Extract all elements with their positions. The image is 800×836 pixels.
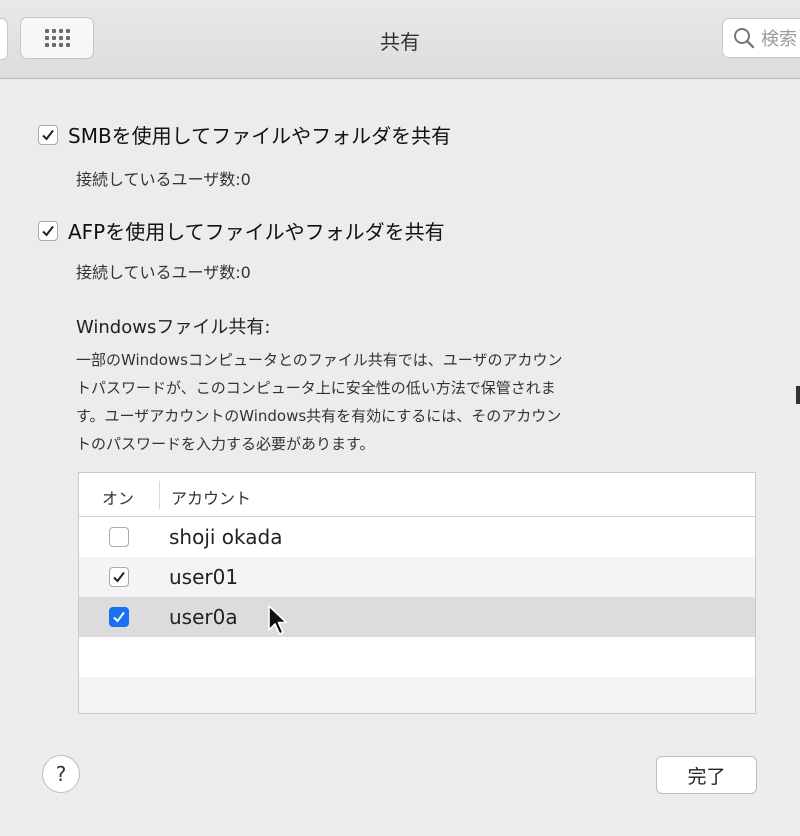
- description-line: 一部のWindowsコンピュータとのファイル共有では、ユーザのアカウン: [76, 351, 563, 369]
- column-header-on[interactable]: オン: [102, 485, 134, 509]
- back-button[interactable]: [0, 18, 8, 60]
- window-edge-mark: [796, 386, 800, 404]
- account-enable-checkbox[interactable]: [109, 607, 129, 627]
- mouse-cursor-icon: [268, 605, 288, 635]
- checkmark-icon: [113, 571, 125, 583]
- checkmark-icon: [42, 129, 54, 141]
- smb-sharing-row[interactable]: SMBを使用してファイルやフォルダを共有: [38, 120, 451, 149]
- column-header-account[interactable]: アカウント: [171, 485, 251, 509]
- done-button[interactable]: 完了: [656, 756, 757, 794]
- smb-checkbox[interactable]: [38, 124, 58, 145]
- table-row[interactable]: shoji okada: [79, 517, 755, 557]
- table-row-empty: [79, 637, 755, 677]
- description-line: トパスワードが、このコンピュータ上に安全性の低い方法で保管されま: [76, 379, 556, 397]
- account-name: user0a: [169, 605, 238, 629]
- afp-sharing-row[interactable]: AFPを使用してファイルやフォルダを共有: [38, 216, 445, 245]
- table-row-empty: [79, 677, 755, 713]
- account-name: shoji okada: [169, 525, 283, 549]
- description-line: す。ユーザアカウントのWindows共有を有効にするには、そのアカウン: [76, 407, 562, 425]
- smb-connected-users: 接続しているユーザ数:0: [76, 170, 251, 189]
- account-enable-checkbox[interactable]: [109, 527, 129, 547]
- accounts-table: オン アカウント shoji okada user01 user0a: [78, 472, 756, 714]
- account-name: user01: [169, 565, 239, 589]
- window-title: 共有: [380, 30, 420, 54]
- windows-sharing-title: Windowsファイル共有:: [76, 317, 271, 338]
- search-field[interactable]: 検索: [722, 18, 800, 58]
- smb-label: SMBを使用してファイルやフォルダを共有: [68, 124, 452, 148]
- grid-icon: [44, 29, 70, 47]
- toolbar: 共有 検索: [0, 0, 800, 79]
- help-button[interactable]: ?: [42, 755, 80, 793]
- column-divider: [159, 481, 160, 509]
- account-enable-checkbox[interactable]: [109, 567, 129, 587]
- search-icon: [734, 28, 755, 49]
- windows-sharing-description: 一部のWindowsコンピュータとのファイル共有では、ユーザのアカウン トパスワ…: [76, 346, 756, 458]
- table-row-selected[interactable]: user0a: [79, 597, 755, 637]
- description-line: トのパスワードを入力する必要があります。: [76, 435, 375, 453]
- checkmark-icon: [113, 611, 125, 623]
- afp-connected-users: 接続しているユーザ数:0: [76, 263, 251, 282]
- table-header: オン アカウント: [79, 473, 755, 517]
- show-all-button[interactable]: [20, 17, 94, 59]
- afp-label: AFPを使用してファイルやフォルダを共有: [68, 220, 445, 244]
- table-row[interactable]: user01: [79, 557, 755, 597]
- search-placeholder: 検索: [761, 29, 797, 50]
- afp-checkbox[interactable]: [38, 220, 58, 241]
- checkmark-icon: [42, 225, 54, 237]
